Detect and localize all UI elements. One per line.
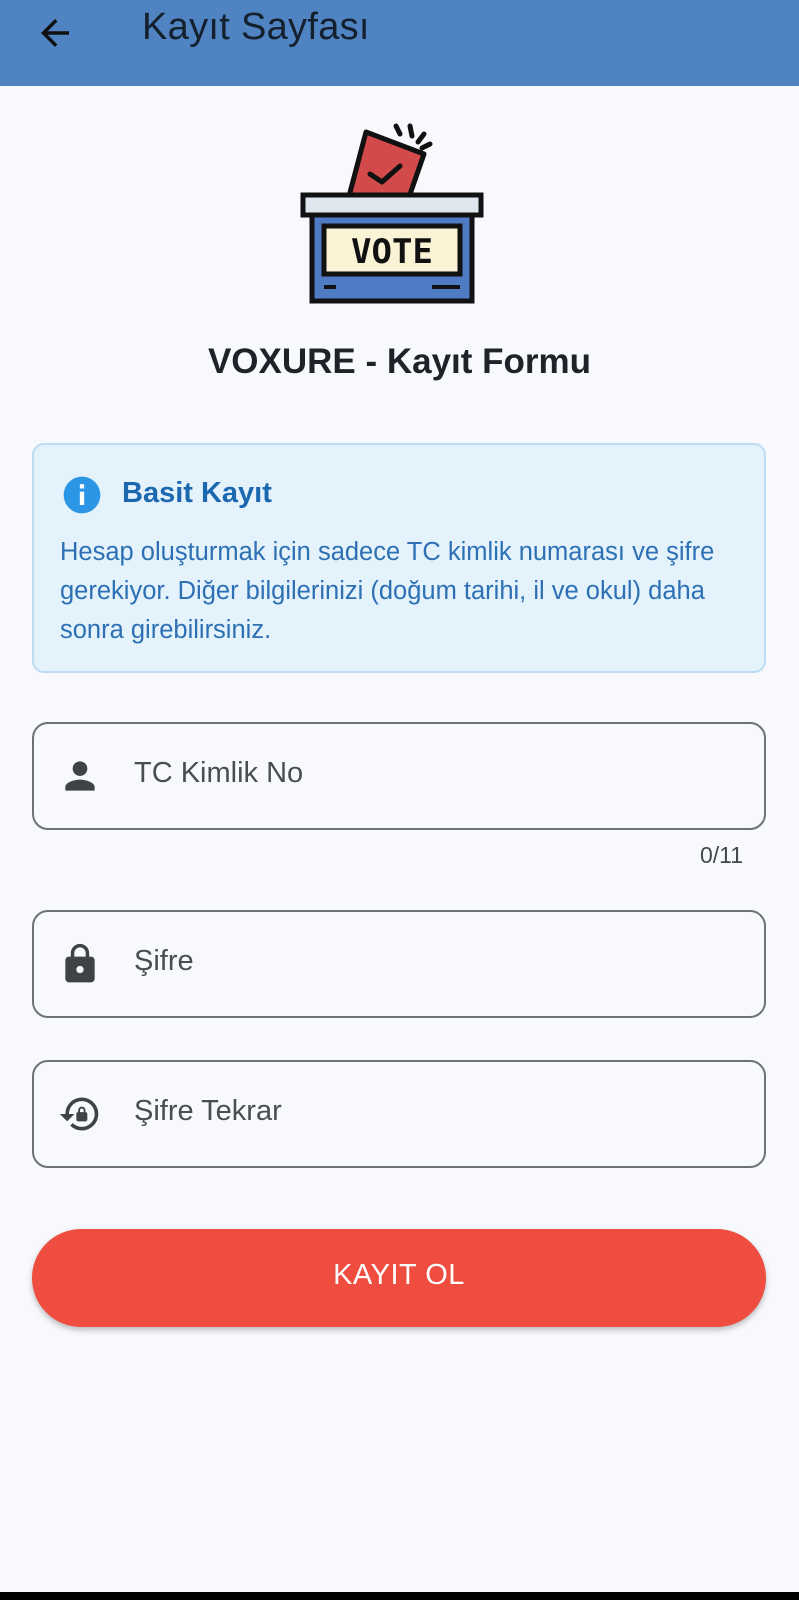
person-icon [65, 761, 95, 791]
app-bar: Kayıt Sayfası [0, 0, 799, 86]
password-repeat-placeholder: Şifre Tekrar [134, 1095, 282, 1127]
register-button[interactable]: KAYIT OL [32, 1229, 766, 1327]
info-box: Basit Kayıt Hesap oluşturmak için sadece… [32, 443, 766, 673]
arrow-back-icon[interactable] [34, 12, 76, 54]
password-repeat-field[interactable]: Şifre Tekrar [32, 1060, 766, 1168]
tc-kimlik-placeholder: TC Kimlik No [134, 757, 304, 789]
ballot-box-icon: VOTE [300, 123, 484, 304]
info-text: Hesap oluşturmak için sadece TC kimlik n… [60, 538, 715, 644]
info-icon [63, 476, 101, 514]
tc-kimlik-field[interactable]: TC Kimlik No [32, 722, 766, 830]
register-button-label: KAYIT OL [333, 1259, 465, 1291]
password-field[interactable]: Şifre [32, 910, 766, 1018]
tc-char-counter: 0/11 [699, 842, 743, 868]
lock-reset-icon [59, 1097, 99, 1131]
form-title: VOXURE - Kayıt Formu [207, 342, 592, 381]
vote-label: VOTE [351, 232, 433, 272]
system-nav-bar [0, 1592, 799, 1600]
page-title: Kayıt Sayfası [142, 6, 370, 48]
lock-icon [65, 943, 95, 983]
password-placeholder: Şifre [134, 945, 194, 977]
info-title: Basit Kayıt [122, 477, 272, 509]
